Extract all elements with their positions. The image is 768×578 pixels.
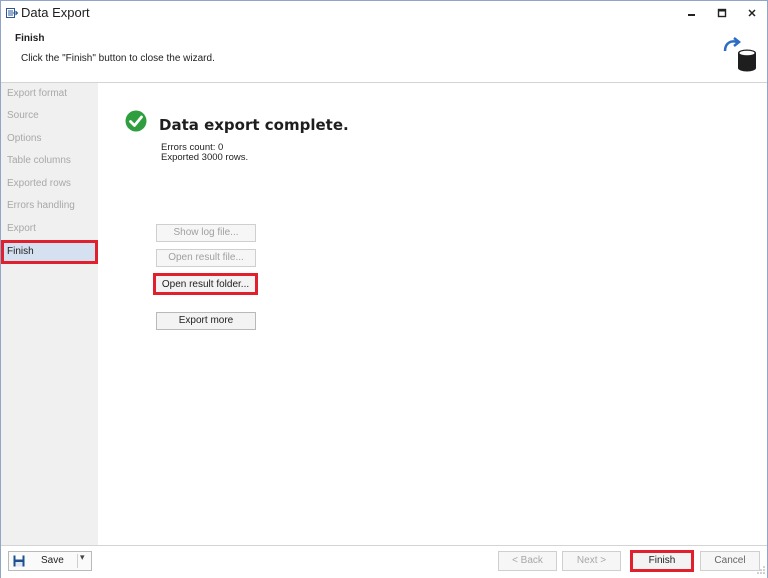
data-export-app-icon — [6, 8, 18, 18]
check-circle-icon — [125, 110, 147, 132]
next-button[interactable]: Next > — [562, 551, 621, 571]
main-content: Data export complete. Errors count: 0 Ex… — [98, 83, 767, 545]
close-button[interactable] — [737, 1, 767, 25]
wizard-header: Finish Click the "Finish" button to clos… — [1, 25, 767, 83]
step-exported-rows[interactable]: Exported rows — [1, 173, 98, 195]
step-export[interactable]: Export — [1, 218, 98, 240]
finish-button[interactable]: Finish — [630, 550, 694, 572]
open-result-file-button[interactable]: Open result file... — [156, 249, 256, 267]
back-button[interactable]: < Back — [498, 551, 557, 571]
step-finish[interactable]: Finish — [1, 240, 98, 264]
close-icon — [748, 9, 756, 17]
step-errors-handling[interactable]: Errors handling — [1, 195, 98, 217]
wizard-footer: Save ▾ < Back Next > Finish Cancel — [1, 545, 767, 578]
save-label: Save — [41, 555, 64, 566]
window-title: Data Export — [21, 5, 90, 20]
database-export-icon — [723, 37, 756, 72]
maximize-button[interactable] — [707, 1, 737, 25]
wizard-steps-sidebar: Export format Source Options Table colum… — [1, 83, 98, 545]
maximize-icon — [717, 8, 727, 18]
title-bar[interactable]: Data Export — [1, 1, 767, 25]
cancel-button[interactable]: Cancel — [700, 551, 760, 571]
show-log-file-button[interactable]: Show log file... — [156, 224, 256, 242]
step-export-format[interactable]: Export format — [1, 83, 98, 105]
step-table-columns[interactable]: Table columns — [1, 150, 98, 172]
data-export-window: Data Export Finish Click the "Finish" bu… — [0, 0, 768, 578]
export-status-title: Data export complete. — [159, 116, 349, 134]
minimize-button[interactable] — [677, 1, 707, 25]
open-result-folder-button[interactable]: Open result folder... — [153, 273, 258, 295]
save-separator — [77, 554, 78, 568]
page-title: Finish — [15, 33, 45, 44]
page-description: Click the "Finish" button to close the w… — [21, 53, 215, 64]
exported-rows-count: Exported 3000 rows. — [161, 152, 249, 163]
save-dropdown-arrow-icon[interactable]: ▾ — [80, 553, 85, 563]
save-split-button[interactable]: Save ▾ — [8, 551, 92, 571]
save-icon — [13, 555, 25, 567]
export-more-button[interactable]: Export more — [156, 312, 256, 330]
resize-grip-icon[interactable] — [757, 566, 765, 574]
minimize-icon — [688, 14, 695, 16]
step-source[interactable]: Source — [1, 105, 98, 127]
step-options[interactable]: Options — [1, 128, 98, 150]
